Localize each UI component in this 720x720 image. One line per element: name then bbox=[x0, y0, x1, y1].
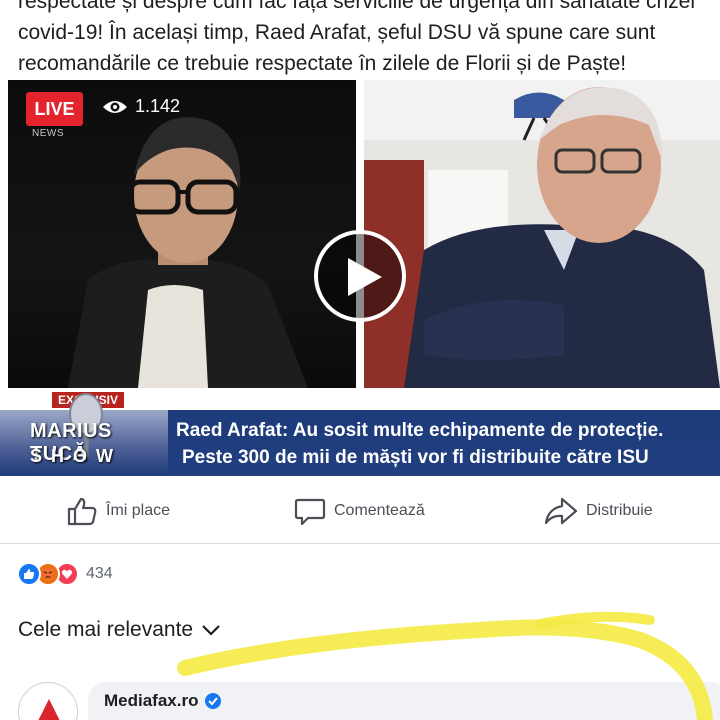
play-icon bbox=[348, 258, 382, 296]
arafat-figure bbox=[364, 87, 720, 388]
sort-label: Cele mai relevante bbox=[18, 618, 194, 641]
share-icon bbox=[544, 497, 578, 525]
chevron-down-icon bbox=[202, 625, 220, 636]
share-label: Distribuie bbox=[586, 502, 653, 519]
headline-line2: Peste 300 de mii de măști vor fi distrib… bbox=[182, 447, 649, 468]
share-button[interactable]: Distribuie bbox=[544, 496, 653, 526]
like-label: Îmi place bbox=[106, 502, 171, 519]
comment-button[interactable]: Comentează bbox=[294, 496, 425, 526]
show-logo: MARIUS TUCĂ SHOW bbox=[0, 393, 168, 476]
reactions-summary[interactable]: 434 bbox=[17, 562, 113, 586]
comment-bubble: Mediafax.ro bbox=[88, 682, 720, 720]
headline-line1: Raed Arafat: Au sosit multe echipamente … bbox=[176, 420, 664, 441]
comment-author[interactable]: Mediafax.ro bbox=[104, 691, 222, 711]
video-left-panel: LIVE NEWS 1.142 bbox=[8, 80, 356, 388]
post-text-line: recomandările ce trebuie respectate în z… bbox=[18, 52, 627, 75]
news-label: NEWS bbox=[32, 128, 64, 139]
comment-label: Comentează bbox=[334, 502, 425, 519]
video-right-panel bbox=[364, 80, 720, 388]
like-button[interactable]: Îmi place bbox=[66, 496, 170, 526]
headline-strip: MARIUS TUCĂ SHOW Raed Arafat: Au sosit m… bbox=[0, 393, 720, 476]
avatar[interactable] bbox=[18, 682, 78, 720]
comment-author-name: Mediafax.ro bbox=[104, 691, 199, 710]
comment-sort-dropdown[interactable]: Cele mai relevante bbox=[18, 618, 221, 642]
reaction-count: 434 bbox=[86, 565, 113, 582]
play-button[interactable] bbox=[314, 230, 406, 322]
lower-third-banner: EXCLUSIV MARIUS TUCĂ SHOW Raed Arafat: A… bbox=[0, 392, 720, 476]
like-icon bbox=[17, 562, 41, 586]
post-text-line: covid-19! În același timp, Raed Arafat, … bbox=[18, 21, 656, 44]
thumbs-up-icon bbox=[67, 497, 97, 526]
viewer-count: 1.142 bbox=[102, 96, 180, 117]
viewer-count-value: 1.142 bbox=[135, 96, 181, 116]
comment-icon bbox=[294, 498, 326, 526]
post-actions: Îmi place Comentează Distribuie bbox=[0, 490, 720, 534]
show-logo-line2: SHOW bbox=[30, 446, 122, 466]
live-badge: LIVE bbox=[26, 92, 83, 126]
divider bbox=[0, 543, 720, 544]
post-text: respectate și despre cum fac față servic… bbox=[18, 0, 708, 79]
mediafax-logo-icon bbox=[38, 699, 60, 720]
eye-icon bbox=[103, 100, 127, 113]
verified-badge-icon bbox=[205, 693, 222, 709]
guest-figure bbox=[68, 117, 308, 388]
video-player[interactable]: LIVE NEWS 1.142 MARIUS TUCĂ SHOW Raed Ar… bbox=[0, 80, 720, 480]
post-text-line: respectate și despre cum fac față servic… bbox=[18, 0, 696, 13]
